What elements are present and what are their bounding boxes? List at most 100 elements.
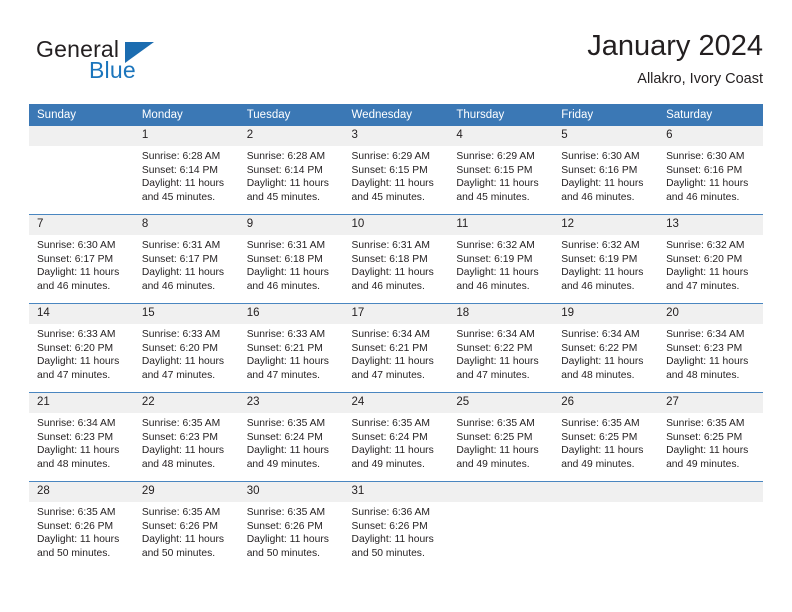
calendar-day-cell[interactable]: 7 Sunrise: 6:30 AM Sunset: 6:17 PM Daylight… [29,214,134,304]
sunset-text: Sunset: 6:22 PM [456,342,533,354]
sunrise-text: Sunrise: 6:33 AM [141,329,221,340]
calendar-day-cell[interactable]: 10 Sunrise: 6:31 AM Sunset: 6:18 PM Dayligh… [343,214,449,304]
sunset-text: Sunset: 6:21 PM [351,342,428,354]
sunset-text: Sunset: 6:22 PM [561,342,638,354]
calendar-day-cell[interactable]: 19 Sunrise: 6:34 AM Sunset: 6:22 PM Dayligh… [553,303,659,393]
calendar-day-cell-empty [29,126,134,215]
calendar-day-cell[interactable]: 26 Sunrise: 6:35 AM Sunset: 6:25 PM Dayligh… [553,392,659,482]
calendar-day-cell-empty [448,481,554,570]
calendar-day-cell[interactable]: 15 Sunrise: 6:33 AM Sunset: 6:20 PM Dayligh… [133,303,239,393]
sunrise-text: Sunrise: 6:36 AM [351,507,430,518]
generalblue-logo[interactable]: General Blue [29,32,189,88]
calendar-day-cell-empty [553,481,659,570]
calendar-day-cell[interactable]: 27 Sunrise: 6:35 AM Sunset: 6:25 PM Dayligh… [658,392,763,482]
day-details: Sunrise: 6:31 AM Sunset: 6:18 PM Daylight:… [239,235,344,293]
day-details: Sunrise: 6:30 AM Sunset: 6:16 PM Daylight:… [658,146,763,204]
weekday-header-saturday: Saturday [658,104,763,126]
calendar-day-cell[interactable]: 9 Sunrise: 6:31 AM Sunset: 6:18 PM Daylight… [238,214,344,304]
sunset-text: Sunset: 6:23 PM [666,342,743,354]
calendar-table: Sunday Monday Tuesday Wednesday Thursday Frid… [29,104,763,570]
sunset-text: Sunset: 6:23 PM [37,431,114,443]
calendar-day-cell[interactable]: 23 Sunrise: 6:35 AM Sunset: 6:24 PM Dayligh… [238,392,344,482]
calendar-grid: Sunday Monday Tuesday Wednesday Thursday Frid… [29,104,763,570]
calendar-day-cell[interactable]: 11 Sunrise: 6:32 AM Sunset: 6:19 PM Dayligh… [448,214,554,304]
day-number: 30 [238,482,344,502]
sunrise-text: Sunrise: 6:31 AM [351,240,430,251]
calendar-day-cell[interactable]: 29 Sunrise: 6:35 AM Sunset: 6:26 PM Dayligh… [133,481,239,570]
day-details: Sunrise: 6:33 AM Sunset: 6:20 PM Daylight:… [29,324,134,382]
sunrise-text: Sunrise: 6:29 AM [456,151,535,162]
calendar-day-cell[interactable]: 28 Sunrise: 6:35 AM Sunset: 6:26 PM Dayligh… [29,481,134,570]
sunrise-text: Sunrise: 6:35 AM [351,418,430,429]
sunset-text: Sunset: 6:26 PM [141,520,218,532]
calendar-day-cell[interactable]: 20 Sunrise: 6:34 AM Sunset: 6:23 PM Dayligh… [658,303,763,393]
calendar-day-cell[interactable]: 8 Sunrise: 6:31 AM Sunset: 6:17 PM Daylight… [133,214,239,304]
sunrise-text: Sunrise: 6:32 AM [456,240,535,251]
day-number: 13 [658,215,763,235]
sunrise-text: Sunrise: 6:34 AM [37,418,116,429]
sunset-text: Sunset: 6:16 PM [666,164,743,176]
daylight-text: Daylight: 11 hours and 45 minutes. [456,178,539,203]
calendar-day-cell[interactable]: 18 Sunrise: 6:34 AM Sunset: 6:22 PM Dayligh… [448,303,554,393]
sunrise-text: Sunrise: 6:30 AM [561,151,640,162]
calendar-day-cell[interactable]: 16 Sunrise: 6:33 AM Sunset: 6:21 PM Dayligh… [238,303,344,393]
day-number: 22 [133,393,239,413]
calendar-day-cell[interactable]: 5 Sunrise: 6:30 AM Sunset: 6:16 PM Daylight… [553,126,659,215]
day-details: Sunrise: 6:35 AM Sunset: 6:24 PM Daylight:… [344,413,449,471]
daylight-text: Daylight: 11 hours and 48 minutes. [666,356,749,381]
sunrise-text: Sunrise: 6:35 AM [456,418,535,429]
calendar-day-cell[interactable]: 25 Sunrise: 6:35 AM Sunset: 6:25 PM Dayligh… [448,392,554,482]
calendar-day-cell[interactable]: 31 Sunrise: 6:36 AM Sunset: 6:26 PM Dayligh… [343,481,449,570]
calendar-day-cell[interactable]: 14 Sunrise: 6:33 AM Sunset: 6:20 PM Dayligh… [29,303,134,393]
day-number: 3 [343,126,449,146]
sunset-text: Sunset: 6:26 PM [37,520,114,532]
sunrise-text: Sunrise: 6:35 AM [141,418,221,429]
day-number: 21 [29,393,134,413]
calendar-day-cell[interactable]: 1 Sunrise: 6:28 AM Sunset: 6:14 PM Daylight… [133,126,239,215]
sunrise-text: Sunrise: 6:32 AM [666,240,745,251]
day-number: 1 [133,126,239,146]
calendar-day-cell[interactable]: 2 Sunrise: 6:28 AM Sunset: 6:14 PM Daylight… [238,126,344,215]
calendar-day-cell[interactable]: 4 Sunrise: 6:29 AM Sunset: 6:15 PM Daylight… [448,126,554,215]
sunset-text: Sunset: 6:26 PM [351,520,428,532]
day-details: Sunrise: 6:34 AM Sunset: 6:23 PM Daylight:… [29,413,134,471]
page-title: January 2024 [587,30,763,62]
sunrise-text: Sunrise: 6:28 AM [141,151,221,162]
sunset-text: Sunset: 6:17 PM [37,253,114,265]
day-number: 14 [29,304,134,324]
daylight-text: Daylight: 11 hours and 49 minutes. [666,445,749,470]
day-number [29,126,134,146]
daylight-text: Daylight: 11 hours and 46 minutes. [561,178,644,203]
day-details: Sunrise: 6:33 AM Sunset: 6:21 PM Daylight:… [239,324,344,382]
weekday-header-tuesday: Tuesday [238,104,344,126]
day-details: Sunrise: 6:35 AM Sunset: 6:25 PM Daylight:… [553,413,658,471]
day-number: 9 [238,215,344,235]
day-number: 12 [553,215,659,235]
calendar-day-cell[interactable]: 24 Sunrise: 6:35 AM Sunset: 6:24 PM Dayligh… [343,392,449,482]
day-number: 29 [133,482,239,502]
calendar-day-cell[interactable]: 13 Sunrise: 6:32 AM Sunset: 6:20 PM Dayligh… [658,214,763,304]
sunrise-text: Sunrise: 6:30 AM [666,151,745,162]
calendar-day-cell[interactable]: 22 Sunrise: 6:35 AM Sunset: 6:23 PM Dayligh… [133,392,239,482]
day-details: Sunrise: 6:29 AM Sunset: 6:15 PM Daylight:… [344,146,449,204]
calendar-day-cell[interactable]: 3 Sunrise: 6:29 AM Sunset: 6:15 PM Daylight… [343,126,449,215]
sunrise-text: Sunrise: 6:35 AM [141,507,221,518]
calendar-day-cell[interactable]: 30 Sunrise: 6:35 AM Sunset: 6:26 PM Dayligh… [238,481,344,570]
sunrise-text: Sunrise: 6:30 AM [37,240,116,251]
sunset-text: Sunset: 6:16 PM [561,164,638,176]
weekday-header-friday: Friday [553,104,659,126]
calendar-day-cell[interactable]: 21 Sunrise: 6:34 AM Sunset: 6:23 PM Dayligh… [29,392,134,482]
calendar-day-cell[interactable]: 6 Sunrise: 6:30 AM Sunset: 6:16 PM Daylight… [658,126,763,215]
day-details: Sunrise: 6:31 AM Sunset: 6:17 PM Daylight:… [134,235,239,293]
day-details: Sunrise: 6:35 AM Sunset: 6:26 PM Daylight:… [134,502,239,560]
sunrise-text: Sunrise: 6:29 AM [351,151,430,162]
calendar-day-cell[interactable]: 17 Sunrise: 6:34 AM Sunset: 6:21 PM Dayligh… [343,303,449,393]
calendar-day-cell[interactable]: 12 Sunrise: 6:32 AM Sunset: 6:19 PM Dayligh… [553,214,659,304]
calendar-week-row: 1 Sunrise: 6:28 AM Sunset: 6:14 PM Daylight… [29,126,763,215]
daylight-text: Daylight: 11 hours and 45 minutes. [141,178,225,203]
calendar-page: General Blue January 2024 Allakro, Ivory… [0,0,792,612]
weekday-header-thursday: Thursday [448,104,554,126]
day-number [658,482,763,502]
sunset-text: Sunset: 6:25 PM [561,431,638,443]
weekday-header-monday: Monday [133,104,239,126]
